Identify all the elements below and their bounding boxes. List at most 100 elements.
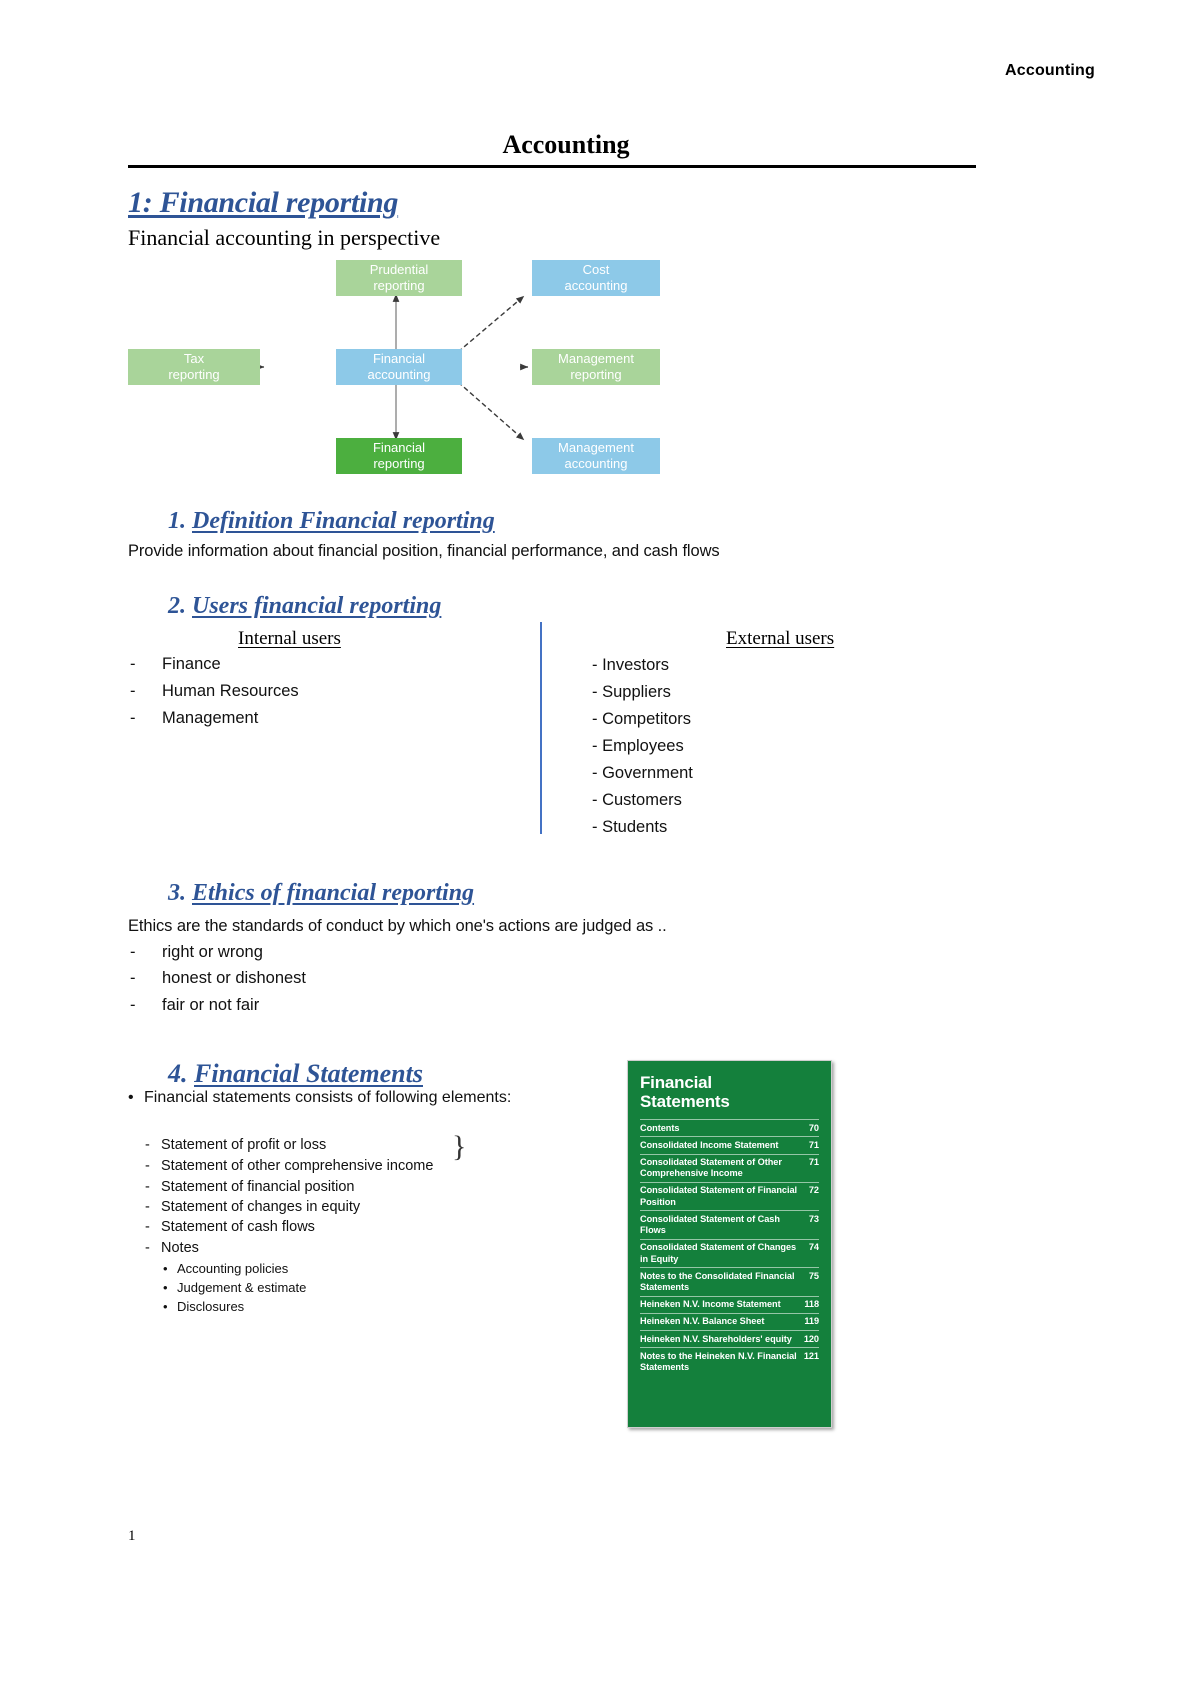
list-dash: - [145, 1199, 150, 1215]
toc-row-label: Consolidated Statement of Cash Flows [640, 1213, 780, 1236]
diagram-box-label-line1: Management [558, 440, 634, 456]
external-user-label: Employees [602, 737, 684, 755]
diagram-box-label-line1: Management [558, 351, 634, 367]
fs-element-label: Statement of changes in equity [161, 1199, 361, 1215]
toc-row-label: Consolidated Statement of Changes in Equ… [640, 1242, 797, 1264]
section-3-body: Ethics are the standards of conduct by w… [128, 917, 667, 935]
list-dash: - [145, 1158, 150, 1174]
section-3-number: 3. [168, 880, 186, 906]
toc-row-label: Heineken N.V. Income Statement [640, 1299, 781, 1310]
toc-row: Contents 70 [640, 1119, 819, 1136]
notes-subitem: • Disclosures [163, 1299, 244, 1314]
toc-row-page: 119 [804, 1316, 819, 1327]
bullet-dot-icon: • [163, 1261, 168, 1276]
diagram-box-label-line2: reporting [570, 367, 622, 382]
list-dash: - [592, 737, 603, 755]
notes-subitem: • Accounting policies [163, 1261, 288, 1276]
fs-element-item: - Statement of other comprehensive income [145, 1158, 433, 1174]
toc-row: Heineken N.V. Shareholders' equity 120 [640, 1330, 819, 1347]
external-user-item: - Investors [592, 656, 669, 675]
internal-user-item: - Finance [130, 655, 221, 674]
fs-element-item: - Notes [145, 1240, 199, 1256]
diagram-box-management-accounting: Management accounting [532, 438, 660, 474]
toc-row-label: Consolidated Income Statement [640, 1139, 779, 1150]
toc-row: Heineken N.V. Income Statement 118 [640, 1295, 819, 1313]
list-dash: - [130, 709, 136, 727]
list-dash: - [592, 656, 603, 674]
toc-row-label: Contents [640, 1122, 680, 1133]
notes-subitem-label: Judgement & estimate [177, 1280, 307, 1295]
section-4-intro-label: Financial statements consists of followi… [144, 1089, 512, 1106]
list-dash: - [130, 996, 136, 1014]
notes-subitem: • Judgement & estimate [163, 1280, 306, 1295]
section-3-heading: 3. Ethics of financial reporting [168, 880, 474, 907]
list-dash: - [592, 710, 603, 728]
external-user-label: Government [602, 764, 693, 782]
toc-row: Consolidated Statement of Cash Flows 73 [640, 1210, 819, 1238]
financial-accounting-perspective-diagram: Prudential reporting Cost accounting Tax… [128, 252, 688, 484]
section-1-title: Definition Financial reporting [192, 508, 495, 534]
section-4-intro: • Financial statements consists of follow… [128, 1089, 511, 1107]
toc-row: Consolidated Statement of Other Comprehe… [640, 1153, 819, 1182]
toc-row: Consolidated Income Statement 71 [640, 1136, 819, 1153]
external-user-item: - Employees [592, 737, 684, 756]
fs-element-item: - Statement of changes in equity [145, 1199, 360, 1215]
toc-row-label: Heineken N.V. Shareholders' equity [640, 1333, 792, 1344]
section-2-heading: 2. Users financial reporting [168, 593, 441, 620]
document-title: Accounting [502, 130, 630, 159]
toc-row: Heineken N.V. Balance Sheet 119 [640, 1312, 819, 1330]
internal-users-heading: Internal users [238, 628, 341, 649]
section-4-heading: 4. Financial Statements [168, 1059, 423, 1089]
internal-user-label: Management [162, 709, 259, 727]
bullet-dot-icon: • [163, 1299, 168, 1314]
fs-element-item: - Statement of cash flows [145, 1219, 315, 1235]
diagram-box-financial-accounting: Financial accounting [336, 349, 462, 385]
users-column-divider [540, 622, 542, 834]
list-dash: - [145, 1219, 150, 1235]
toc-row: Notes to the Heineken N.V. Financial Sta… [640, 1347, 819, 1375]
diagram-box-financial-reporting: Financial reporting [336, 438, 462, 474]
section-4-title: Financial Statements [194, 1059, 423, 1088]
diagram-box-prudential-reporting: Prudential reporting [336, 260, 462, 296]
toc-row: Consolidated Statement of Changes in Equ… [640, 1238, 819, 1267]
grouping-brace: } [452, 1130, 467, 1163]
internal-user-item: - Human Resources [130, 682, 299, 701]
toc-title-line2: Statements [640, 1092, 730, 1112]
chapter-heading: 1: Financial reporting [128, 186, 399, 219]
internal-user-label: Finance [162, 655, 221, 673]
external-user-label: Competitors [602, 710, 692, 728]
ethics-item: - right or wrong [130, 943, 263, 962]
ethics-label: right or wrong [162, 943, 263, 961]
list-dash: - [592, 683, 603, 701]
list-dash: - [592, 818, 603, 836]
running-header: Accounting [1005, 62, 1095, 79]
diagram-box-management-reporting: Management reporting [532, 349, 660, 385]
fs-element-label: Notes [161, 1240, 199, 1256]
section-3-title: Ethics of financial reporting [192, 880, 475, 906]
toc-row-label: Notes to the Heineken N.V. Financial Sta… [640, 1350, 797, 1373]
diagram-box-label-line2: reporting [373, 456, 425, 471]
chapter-subtitle: Financial accounting in perspective [128, 225, 441, 250]
title-divider [128, 165, 976, 168]
list-dash: - [592, 791, 603, 809]
fs-element-label: Statement of financial position [161, 1179, 355, 1195]
section-1-number: 1. [168, 508, 186, 534]
page-number: 1 [128, 1528, 136, 1544]
diagram-box-label-line2: reporting [373, 278, 425, 293]
external-user-item: - Suppliers [592, 683, 671, 702]
toc-panel-title: Financial Statements [640, 1073, 819, 1111]
toc-row-page: 70 [808, 1122, 819, 1133]
fs-element-label: Statement of other comprehensive income [161, 1158, 434, 1174]
diagram-box-label-line2: accounting [564, 278, 628, 293]
bullet-dot-icon: • [128, 1089, 134, 1106]
external-user-item: - Customers [592, 791, 682, 810]
toc-row: Notes to the Consolidated Financial Stat… [640, 1267, 819, 1295]
toc-row-page: 75 [808, 1270, 819, 1281]
diagram-box-label-line2: accounting [367, 367, 431, 382]
document-page: Accounting Accounting 1: Financial repor… [0, 0, 1200, 1698]
diagram-box-tax-reporting: Tax reporting [128, 349, 260, 385]
toc-row-page: 71 [808, 1157, 819, 1167]
internal-user-label: Human Resources [162, 682, 299, 700]
list-dash: - [130, 943, 136, 961]
toc-row-page: 120 [803, 1333, 819, 1344]
